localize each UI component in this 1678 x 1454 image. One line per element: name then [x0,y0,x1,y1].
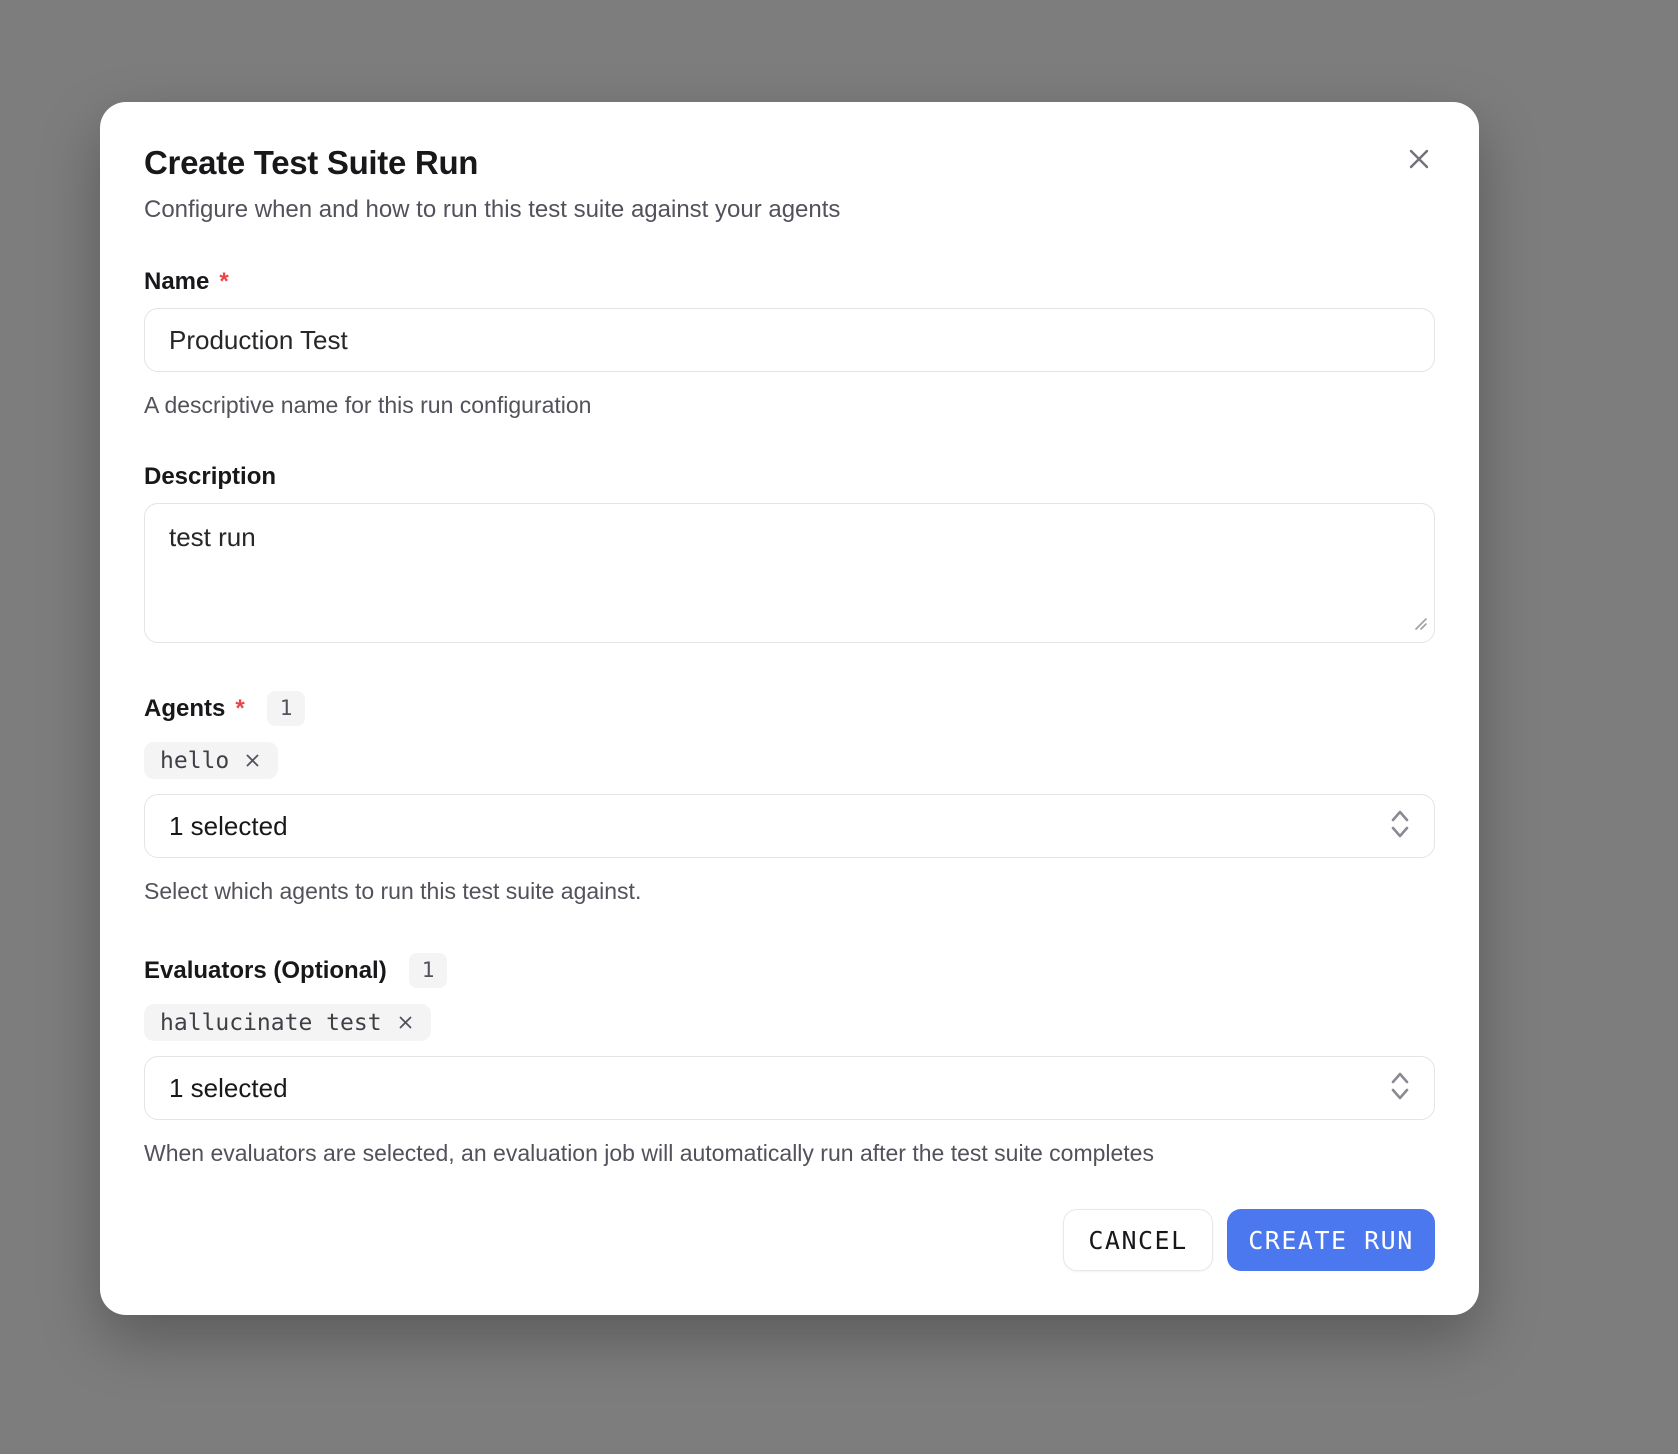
evaluators-select-value: 1 selected [169,1073,288,1104]
description-textarea[interactable]: test run [144,503,1435,643]
evaluator-chip: hallucinate test [144,1004,431,1041]
agent-chip: hello [144,742,278,779]
description-field-section: Description test run [144,463,1435,643]
close-button[interactable] [1403,144,1435,176]
chevron-up-down-icon [1388,1067,1412,1110]
agents-select[interactable]: 1 selected [144,794,1435,858]
evaluators-label: Evaluators (Optional) [144,957,387,985]
chevron-up-down-icon [1388,805,1412,848]
name-input[interactable] [144,308,1435,372]
evaluators-chip-row: hallucinate test [144,1004,1435,1041]
agent-chip-label: hello [160,748,229,774]
agents-helper-text: Select which agents to run this test sui… [144,878,1435,905]
evaluators-count-badge: 1 [409,953,448,988]
create-run-button[interactable]: CREATE RUN [1227,1209,1435,1271]
agents-select-value: 1 selected [169,811,288,842]
name-required-asterisk: * [219,268,228,296]
name-helper-text: A descriptive name for this run configur… [144,392,1435,419]
agents-required-asterisk: * [235,695,244,723]
description-label: Description [144,463,276,491]
agent-chip-remove-icon[interactable] [243,751,262,770]
cancel-button[interactable]: CANCEL [1063,1209,1213,1271]
dialog-subtitle: Configure when and how to run this test … [144,196,1435,224]
agents-chip-row: hello [144,742,1435,779]
dialog-title: Create Test Suite Run [144,144,1435,182]
dialog-footer: CANCEL CREATE RUN [144,1209,1435,1271]
evaluator-chip-label: hallucinate test [160,1010,382,1036]
name-label: Name [144,268,209,296]
evaluator-chip-remove-icon[interactable] [396,1013,415,1032]
name-field-section: Name * A descriptive name for this run c… [144,268,1435,419]
create-test-suite-run-dialog: Create Test Suite Run Configure when and… [100,102,1479,1315]
agents-count-badge: 1 [267,691,306,726]
agents-label: Agents [144,695,225,723]
agents-field-section: Agents * 1 hello 1 selected [144,691,1435,905]
close-icon [1404,144,1434,177]
evaluators-field-section: Evaluators (Optional) 1 hallucinate test… [144,953,1435,1167]
evaluators-helper-text: When evaluators are selected, an evaluat… [144,1140,1435,1167]
evaluators-select[interactable]: 1 selected [144,1056,1435,1120]
